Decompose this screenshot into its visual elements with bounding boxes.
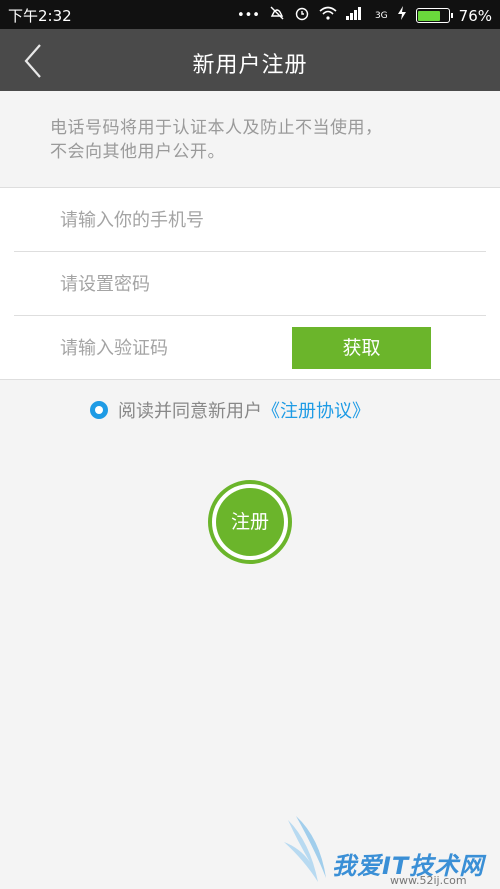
mute-icon: [269, 5, 285, 26]
register-button-label: 注册: [216, 488, 284, 556]
password-input[interactable]: [60, 266, 440, 302]
network-type: 3G: [374, 10, 388, 21]
battery-percent: 76%: [458, 6, 492, 25]
phone-input[interactable]: [60, 202, 440, 238]
notice-line-1: 电话号码将用于认证本人及防止不当使用，: [50, 118, 383, 138]
status-bar: 下午2:32 ••• 3G 76%: [0, 0, 500, 29]
verification-code-input[interactable]: [60, 330, 280, 366]
get-code-button[interactable]: 获取: [292, 327, 431, 369]
page-title: 新用户注册: [192, 53, 308, 78]
agreement-row: 阅读并同意新用户 《注册协议》: [90, 398, 370, 422]
verification-row: 获取: [14, 316, 486, 380]
alarm-icon: [294, 5, 310, 26]
status-icons: ••• 3G 76%: [237, 5, 492, 26]
watermark-url: www.52ij.com: [390, 874, 467, 887]
agreement-link[interactable]: 《注册协议》: [262, 397, 370, 423]
register-form: 获取: [0, 187, 500, 380]
privacy-notice: 电话号码将用于认证本人及防止不当使用， 不会向其他用户公开。: [50, 116, 470, 164]
register-button[interactable]: 注册: [208, 480, 292, 564]
battery-fill: [418, 10, 441, 21]
dots-icon: •••: [236, 7, 260, 23]
signal-icon: [345, 6, 366, 25]
watermark: 我爱IT技术网 www.52ij.com: [280, 812, 500, 889]
charging-icon: [397, 6, 407, 25]
nav-bar: 新用户注册: [0, 29, 500, 91]
status-time: 下午2:32: [8, 7, 72, 25]
agreement-radio[interactable]: [90, 401, 108, 419]
battery-icon: [415, 8, 453, 23]
password-row: [14, 252, 486, 316]
wifi-icon: [319, 6, 337, 25]
agreement-text: 阅读并同意新用户: [118, 401, 262, 422]
notice-line-2: 不会向其他用户公开。: [50, 142, 225, 162]
phone-row: [14, 188, 486, 252]
